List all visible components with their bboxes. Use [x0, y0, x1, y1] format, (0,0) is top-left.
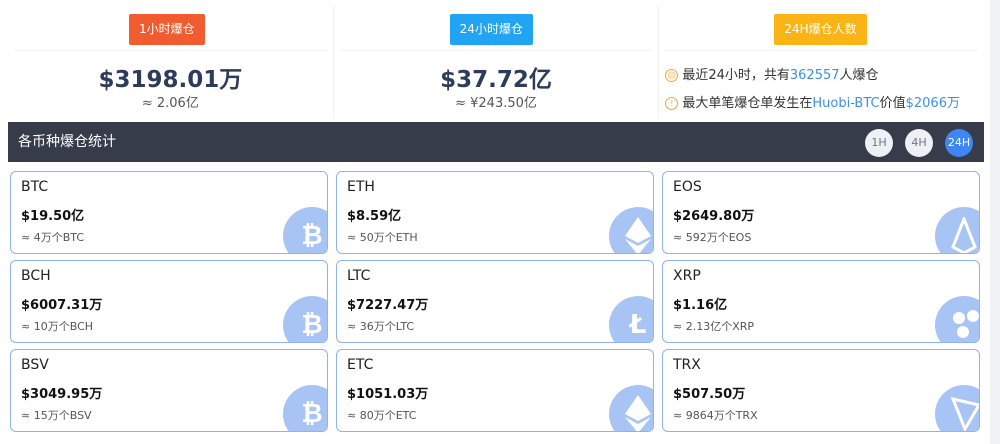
- largest-pre: 最大单笔爆仓单发生在: [682, 96, 813, 111]
- coin-card-eth[interactable]: ETH $8.59亿 ≈ 50万个ETH: [336, 171, 654, 254]
- coin-value: $1.16亿: [673, 298, 728, 313]
- info-icon: !: [665, 97, 679, 110]
- coin-symbol: ETH: [347, 179, 375, 195]
- coin-approx: ≈ 50万个ETH: [347, 231, 418, 244]
- coin-symbol: ETC: [347, 357, 374, 373]
- coin-card-xrp[interactable]: XRP $1.16亿 ≈ 2.13亿个XRP: [662, 260, 980, 343]
- coin-symbol: TRX: [673, 357, 701, 373]
- bitcoin-cash-icon: ₿: [283, 296, 327, 342]
- ethereum-classic-icon: [609, 385, 653, 431]
- coin-card-ltc[interactable]: LTC $7227.47万 ≈ 36万个LTC Ł: [336, 260, 654, 343]
- coin-card-etc[interactable]: ETC $1051.03万 ≈ 80万个ETC: [336, 349, 654, 432]
- coin-approx: ≈ 36万个LTC: [347, 320, 415, 333]
- people-post: 人爆仓: [839, 68, 879, 83]
- stats-panel: 1小时爆仓 $3198.01万 ≈ 2.06亿 24小时爆仓 $37.72亿 ≈…: [8, 6, 984, 118]
- coin-value: $8.59亿: [347, 209, 402, 224]
- coin-value: $6007.31万: [21, 298, 103, 313]
- coin-approx: ≈ 80万个ETC: [347, 409, 417, 422]
- ripple-icon: [935, 296, 979, 342]
- divider: [665, 50, 979, 51]
- coin-card-bch[interactable]: BCH $6007.31万 ≈ 10万个BCH ₿: [10, 260, 328, 343]
- badge-people: 24H爆仓人数: [774, 14, 867, 45]
- coin-value: $507.50万: [673, 387, 746, 402]
- coin-card-bsv[interactable]: BSV $3049.95万 ≈ 15万个BSV ₿: [10, 349, 328, 432]
- coin-approx: ≈ 4万个BTC: [21, 231, 85, 244]
- coin-value: $7227.47万: [347, 298, 429, 313]
- divider: [339, 50, 653, 51]
- coin-symbol: EOS: [673, 179, 702, 195]
- people-count: 362557: [789, 68, 840, 83]
- coin-value: $19.50亿: [21, 209, 85, 224]
- coin-card-trx[interactable]: TRX $507.50万 ≈ 9864万个TRX: [662, 349, 980, 432]
- coin-symbol: BSV: [21, 357, 49, 373]
- coin-card-eos[interactable]: EOS $2649.80万 ≈ 592万个EOS: [662, 171, 980, 254]
- coin-value: $2649.80万: [673, 209, 755, 224]
- largest-mid: 价值: [879, 96, 906, 111]
- bitcoin-sv-icon: ₿: [283, 385, 327, 431]
- eos-icon: [935, 207, 979, 253]
- coin-value: $3049.95万: [21, 387, 103, 402]
- section-title: 各币种爆仓统计: [18, 134, 116, 150]
- largest-place-link[interactable]: Huobi-BTC: [812, 96, 879, 111]
- coin-approx: ≈ 15万个BSV: [21, 409, 92, 422]
- amount-24h: $37.72亿: [440, 67, 552, 93]
- stat-24h: 24小时爆仓 $37.72亿 ≈ ¥243.50亿: [334, 6, 660, 118]
- coin-symbol: XRP: [673, 268, 701, 284]
- amount-1h: $3198.01万: [98, 67, 243, 93]
- page-margin: [990, 0, 1000, 444]
- stat-1h: 1小时爆仓 $3198.01万 ≈ 2.06亿: [8, 6, 334, 118]
- coin-card-btc[interactable]: BTC $19.50亿 ≈ 4万个BTC ₿: [10, 171, 328, 254]
- stat-people: 24H爆仓人数 ☹ 最近24小时，共有362557人爆仓 ! 最大单笔爆仓单发生在H…: [659, 6, 984, 118]
- coin-approx: ≈ 10万个BCH: [21, 320, 94, 333]
- coin-approx: ≈ 2.13亿个XRP: [673, 320, 755, 333]
- coin-symbol: LTC: [347, 268, 371, 284]
- divider: [14, 50, 327, 51]
- page-container: 1小时爆仓 $3198.01万 ≈ 2.06亿 24小时爆仓 $37.72亿 ≈…: [0, 0, 990, 444]
- people-pre: 最近24小时，共有: [682, 68, 790, 83]
- range-24h-button[interactable]: 24H: [945, 129, 973, 157]
- range-4h-button[interactable]: 4H: [905, 129, 933, 157]
- coin-symbol: BTC: [21, 179, 49, 195]
- tron-icon: [935, 385, 979, 431]
- sub-1h: ≈ 2.06亿: [141, 96, 199, 111]
- largest-value: $2066万: [905, 96, 960, 111]
- sad-face-icon: ☹: [665, 69, 679, 82]
- coin-symbol: BCH: [21, 268, 51, 284]
- bitcoin-icon: ₿: [283, 207, 327, 253]
- people-count-line: ☹ 最近24小时，共有362557人爆仓: [665, 64, 879, 83]
- coin-approx: ≈ 9864万个TRX: [673, 409, 758, 422]
- largest-order-line: ! 最大单笔爆仓单发生在Huobi-BTC价值$2066万: [665, 92, 960, 111]
- badge-1h: 1小时爆仓: [129, 14, 205, 45]
- badge-24h: 24小时爆仓: [449, 14, 533, 45]
- sub-24h: ≈ ¥243.50亿: [455, 96, 537, 111]
- coin-approx: ≈ 592万个EOS: [673, 231, 752, 244]
- ethereum-icon: [609, 207, 653, 253]
- range-1h-button[interactable]: 1H: [865, 129, 893, 157]
- coin-stats-header: 各币种爆仓统计 1H 4H 24H: [8, 122, 984, 162]
- coin-value: $1051.03万: [347, 387, 429, 402]
- litecoin-icon: Ł: [609, 296, 653, 342]
